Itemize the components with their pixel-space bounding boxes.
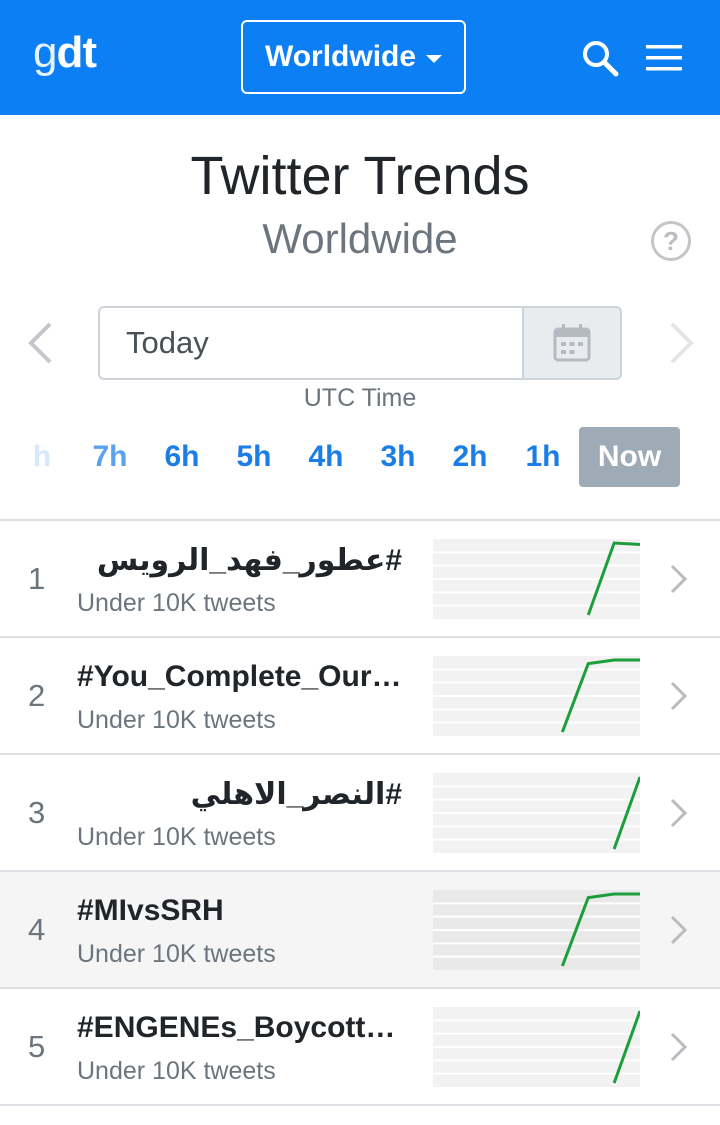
date-input[interactable]: Today <box>98 306 522 380</box>
hour-selector: h 7h 6h 5h 4h 3h 2h 1h Now <box>0 427 720 487</box>
utc-time-label: UTC Time <box>303 384 417 412</box>
trend-sparkline <box>433 656 640 736</box>
hour-4h[interactable]: 4h <box>291 427 361 487</box>
gdt-logo[interactable]: gdt <box>33 28 97 78</box>
hour-5h[interactable]: 5h <box>219 427 289 487</box>
trend-rank: 2 <box>28 678 46 713</box>
hour-6h[interactable]: 6h <box>147 427 217 487</box>
trend-name: #You_Complete_Our… <box>77 660 402 693</box>
trend-row[interactable]: 1 #عطور_فهد_الرويس Under 10K tweets <box>0 521 720 638</box>
calendar-button[interactable] <box>522 306 622 380</box>
trend-row[interactable]: 4 #MIvsSRH Under 10K tweets <box>0 872 720 989</box>
trend-name: #MIvsSRH <box>77 894 224 927</box>
trend-rank: 1 <box>28 561 46 596</box>
hour-1h[interactable]: 1h <box>508 427 578 487</box>
trend-tweet-count: Under 10K tweets <box>77 1057 276 1085</box>
caret-down-icon <box>426 55 443 63</box>
search-icon[interactable] <box>580 38 620 78</box>
location-dropdown-button[interactable]: Worldwide <box>241 20 466 94</box>
trend-row[interactable]: 3 #النصر_الاهلي Under 10K tweets <box>0 755 720 872</box>
trend-row[interactable]: 2 #You_Complete_Our… Under 10K tweets <box>0 638 720 755</box>
chevron-right-icon <box>670 681 688 711</box>
logo-dt: dt <box>56 28 97 77</box>
trend-tweet-count: Under 10K tweets <box>77 706 276 734</box>
logo-g: g <box>33 28 58 77</box>
page-subtitle: Worldwide <box>262 215 458 262</box>
trend-sparkline <box>433 773 640 853</box>
hour-7h[interactable]: 7h <box>75 427 145 487</box>
trend-list: 1 #عطور_فهد_الرويس Under 10K tweets 2 #Y… <box>0 519 720 1106</box>
trend-name: #ENGENEs_Boycott_… <box>77 1011 402 1044</box>
top-navbar: gdt Worldwide <box>0 0 720 115</box>
chevron-right-icon <box>670 564 688 594</box>
trend-sparkline <box>433 890 640 970</box>
page-title: Twitter Trends <box>190 146 530 206</box>
trend-rank: 5 <box>28 1029 46 1064</box>
help-icon[interactable]: ? <box>651 221 691 261</box>
location-label: Worldwide <box>264 40 417 73</box>
chevron-right-icon <box>670 798 688 828</box>
trend-rank: 4 <box>28 912 46 947</box>
trend-tweet-count: Under 10K tweets <box>77 823 276 851</box>
trend-tweet-count: Under 10K tweets <box>77 589 276 617</box>
chevron-right-icon <box>670 915 688 945</box>
trend-row[interactable]: 5 #ENGENEs_Boycott_… Under 10K tweets <box>0 989 720 1106</box>
trend-sparkline <box>433 539 640 619</box>
hour-now[interactable]: Now <box>579 427 680 487</box>
hour-8h[interactable]: h <box>12 427 72 487</box>
previous-day-icon[interactable] <box>26 320 54 366</box>
calendar-icon <box>553 324 591 362</box>
trend-name: #النصر_الاهلي <box>190 778 402 811</box>
chevron-right-icon <box>670 1032 688 1062</box>
hour-3h[interactable]: 3h <box>363 427 433 487</box>
hour-2h[interactable]: 2h <box>435 427 505 487</box>
hamburger-menu-icon[interactable] <box>644 42 684 74</box>
trend-sparkline <box>433 1007 640 1087</box>
trend-tweet-count: Under 10K tweets <box>77 940 276 968</box>
trend-name: #عطور_فهد_الرويس <box>96 544 402 577</box>
trend-rank: 3 <box>28 795 46 830</box>
next-day-icon[interactable] <box>668 320 696 366</box>
